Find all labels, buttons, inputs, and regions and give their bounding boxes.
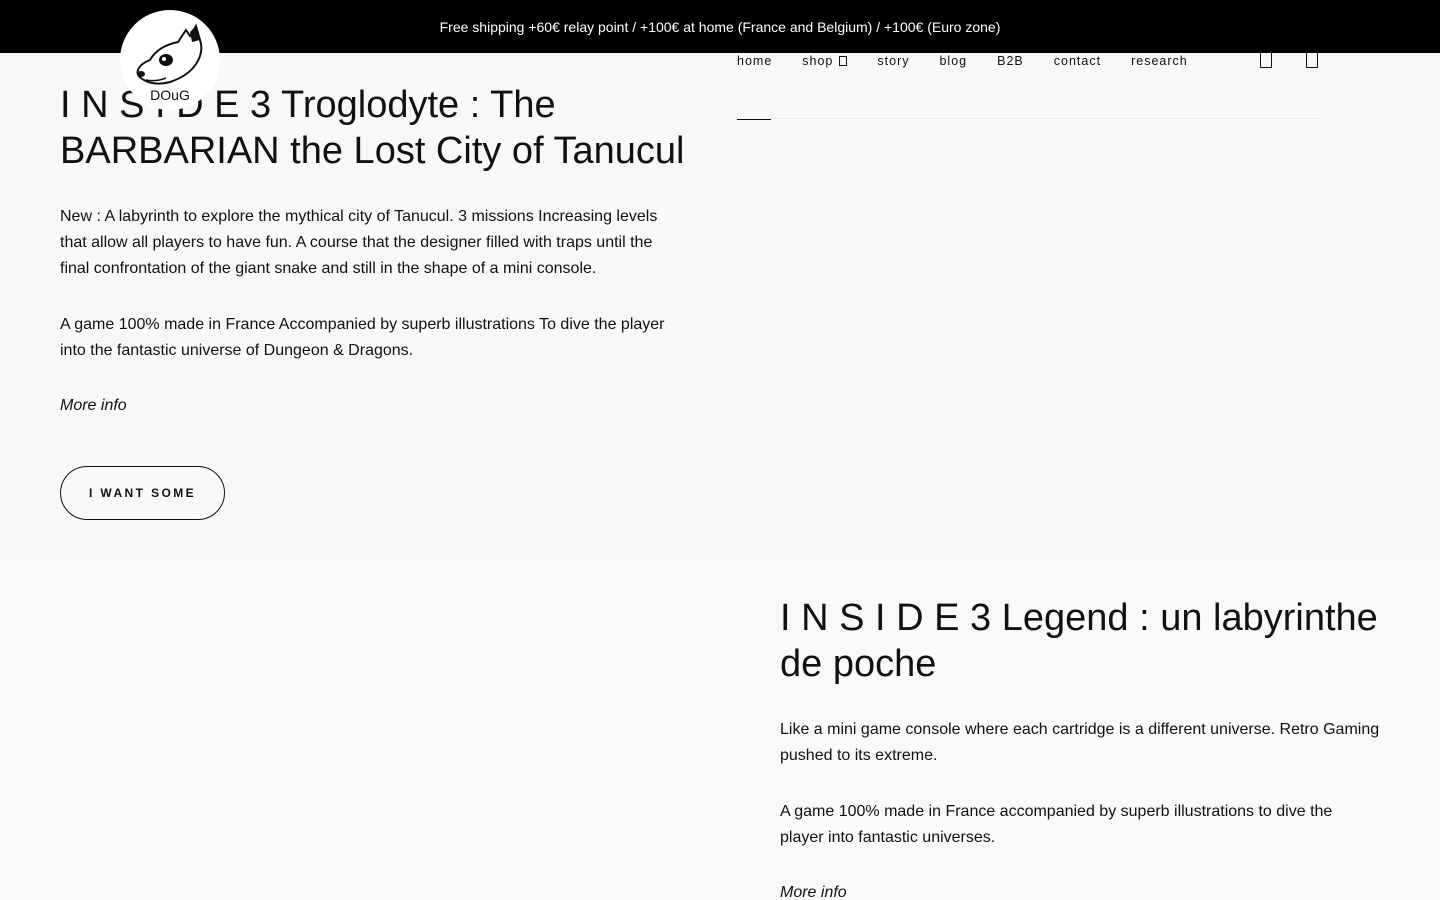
nav-story[interactable]: story (877, 54, 909, 68)
nav-shop-label: shop (802, 54, 834, 68)
account-icon[interactable] (1260, 52, 1272, 68)
nav-contact[interactable]: contact (1054, 54, 1101, 68)
nav-home[interactable]: home (737, 54, 772, 68)
i-want-some-button[interactable]: I WANT SOME (60, 466, 225, 520)
nav-research[interactable]: research (1131, 54, 1188, 68)
bull-terrier-dog-logo-icon: DOuG (136, 23, 203, 103)
product2-more-info-link[interactable]: More info (780, 884, 847, 900)
product2-title: I N S I D E 3 Legend : un labyrinthe de … (780, 597, 1378, 685)
product2-description: Like a mini game console where each cart… (780, 721, 1380, 764)
chevron-down-icon (839, 56, 848, 66)
product2-description-2: A game 100% made in France accompanied b… (780, 803, 1333, 846)
product1-description-2: A game 100% made in France Accompanied b… (60, 316, 665, 359)
product1-description: New : A labyrinth to explore the mythica… (60, 208, 658, 277)
site-logo[interactable]: DOuG (120, 10, 220, 110)
nav-active-indicator (737, 119, 771, 120)
nav-shop[interactable]: shop (802, 54, 848, 68)
nav-b2b[interactable]: B2B (997, 54, 1024, 68)
announcement-text: Free shipping +60€ relay point / +100€ a… (439, 18, 1001, 35)
logo-text: DOuG (150, 87, 190, 103)
nav-blog[interactable]: blog (939, 54, 967, 68)
nav-divider (770, 118, 1320, 119)
cart-icon[interactable] (1306, 52, 1318, 68)
main-nav: home shop story blog B2B contact researc… (737, 54, 1218, 68)
product1-more-info-link[interactable]: More info (60, 397, 127, 415)
